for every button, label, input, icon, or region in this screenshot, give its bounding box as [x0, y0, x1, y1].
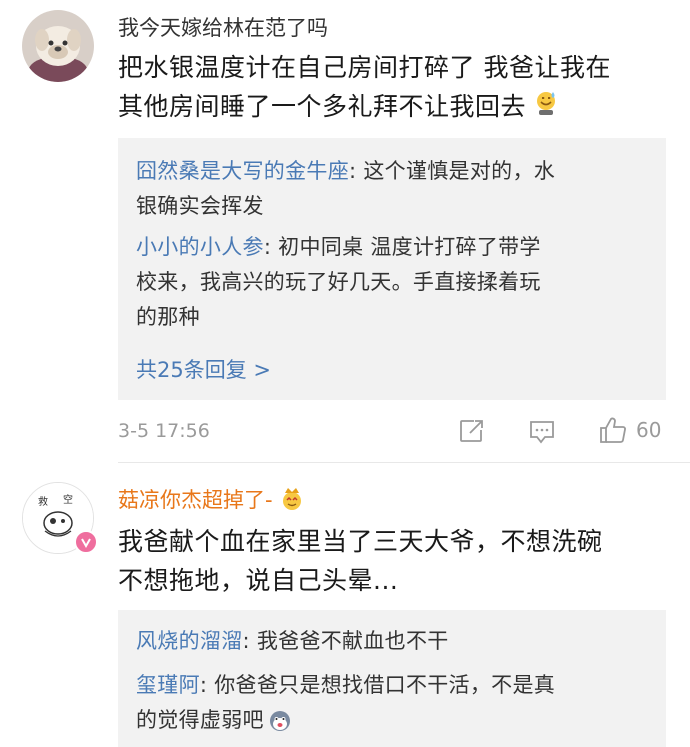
- more-replies-link[interactable]: 共25条回复 >: [136, 354, 271, 384]
- comment-text-line: 其他房间睡了一个多礼拜不让我回去: [118, 87, 678, 128]
- sweat-smile-emoji-icon: [534, 89, 558, 128]
- share-icon[interactable]: [458, 418, 486, 448]
- crown-emoji-icon: [279, 487, 305, 511]
- svg-text:空: 空: [63, 493, 73, 506]
- reply-item[interactable]: 风烧的溜溜: 我爸爸不献血也不干: [136, 624, 656, 659]
- comment-text-line-content: 其他房间睡了一个多礼拜不让我回去: [118, 92, 527, 121]
- replies-box: 囧然桑是大写的金牛座: 这个谨慎是对的，水 银确实会挥发 小小的小人参: 初中同…: [118, 138, 666, 400]
- reply-text: 校来，我高兴的玩了好几天。手直接揉着玩: [136, 270, 541, 294]
- comment-timestamp: 3-5 17:56: [118, 420, 210, 442]
- pug-avatar-image: [22, 10, 94, 82]
- comment-username[interactable]: 菇凉你杰超掉了-: [118, 484, 305, 514]
- comment-text: 把水银温度计在自己房间打碎了 我爸让我在 其他房间睡了一个多礼拜不让我回去: [118, 48, 678, 128]
- thumbs-up-icon: [600, 417, 626, 443]
- comment-text: 我爸献个血在家里当了三天大爷，不想洗碗 不想拖地，说自己头晕...: [118, 522, 678, 600]
- reply-text: 的那种: [136, 305, 200, 329]
- like-button[interactable]: 60: [598, 416, 661, 444]
- avatar[interactable]: [22, 10, 94, 82]
- reply-username[interactable]: 小小的小人参: [136, 235, 264, 259]
- reply-text: : 你爸爸只是想找借口不干活，不是真: [199, 673, 556, 697]
- reply-text: : 这个谨慎是对的，水: [349, 159, 556, 183]
- comment-text-line: 不想拖地，说自己头晕...: [118, 566, 399, 595]
- reply-username[interactable]: 风烧的溜溜: [136, 629, 243, 653]
- comment-username[interactable]: 我今天嫁给林在范了吗: [118, 12, 328, 42]
- verified-badge-icon: [74, 530, 98, 554]
- reply-item[interactable]: 囧然桑是大写的金牛座: 这个谨慎是对的，水 银确实会挥发: [136, 154, 656, 224]
- divider: [118, 462, 690, 463]
- reply-text: 银确实会挥发: [136, 194, 264, 218]
- reply-item[interactable]: 小小的小人参: 初中同桌 温度计打碎了带学 校来，我高兴的玩了好几天。手直接揉着…: [136, 230, 656, 335]
- comment-username-text: 菇凉你杰超掉了-: [118, 488, 273, 512]
- svg-text:救: 救: [38, 495, 48, 508]
- reply-text: : 我爸爸不献血也不干: [242, 629, 449, 653]
- replies-box: 风烧的溜溜: 我爸爸不献血也不干 玺瑾阿: 你爸爸只是想找借口不干活，不是真 的…: [118, 610, 666, 747]
- comment-text-line: 把水银温度计在自己房间打碎了 我爸让我在: [118, 53, 611, 82]
- reply-username[interactable]: 玺瑾阿: [136, 673, 200, 697]
- like-count: 60: [636, 418, 662, 442]
- reply-username[interactable]: 囧然桑是大写的金牛座: [136, 159, 349, 183]
- reply-text: 的觉得虚弱吧: [136, 708, 264, 732]
- comment-text-line: 我爸献个血在家里当了三天大爷，不想洗碗: [118, 527, 603, 556]
- husky-emoji-icon: [268, 709, 292, 733]
- comment-icon[interactable]: [528, 418, 556, 450]
- reply-item[interactable]: 玺瑾阿: 你爸爸只是想找借口不干活，不是真 的觉得虚弱吧: [136, 668, 656, 738]
- reply-text: : 初中同桌 温度计打碎了带学: [263, 235, 541, 259]
